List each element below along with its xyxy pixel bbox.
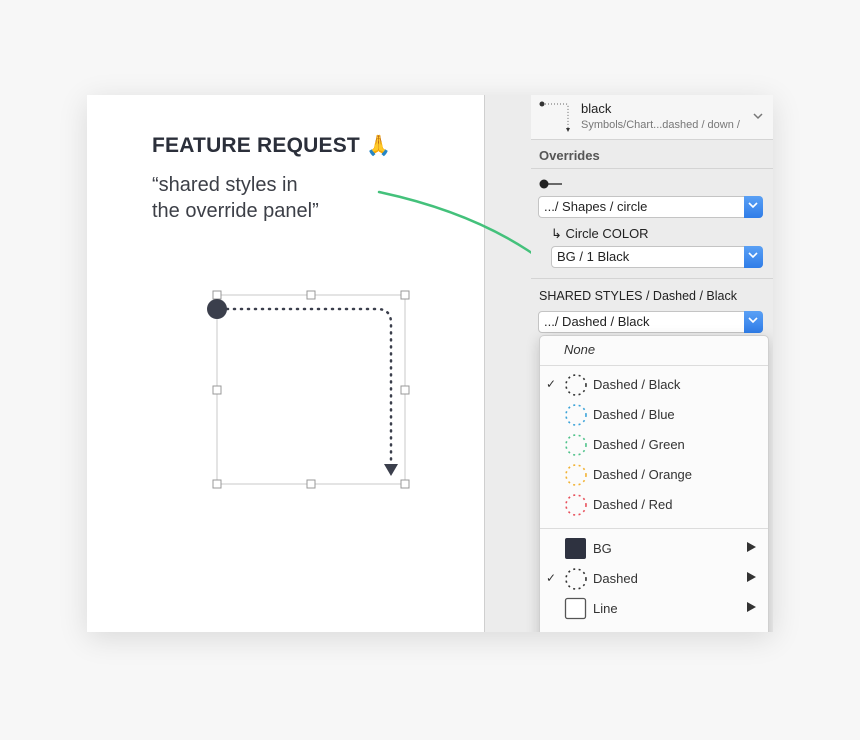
divider — [531, 139, 773, 140]
resize-handle — [306, 479, 316, 489]
dashed-style-select[interactable]: .../ Dashed / Black — [538, 311, 763, 333]
resize-handle — [400, 479, 410, 489]
divider — [531, 278, 773, 279]
resize-handle — [212, 290, 222, 300]
shapes-select-value: .../ Shapes / circle — [544, 199, 648, 214]
resize-handle — [306, 290, 316, 300]
submenu-arrow-icon — [747, 572, 756, 582]
menu-item-label: BG — [593, 541, 612, 556]
menu-item-label: Dashed / Blue — [593, 407, 675, 422]
dashed-style-select-value: .../ Dashed / Black — [544, 314, 650, 329]
resize-handle — [212, 479, 222, 489]
menu-item-label: Line — [593, 601, 618, 616]
chevron-down-icon[interactable] — [744, 311, 763, 333]
bg-color-select-value: BG / 1 Black — [557, 249, 630, 264]
menu-separator — [540, 528, 768, 529]
overrides-title: Overrides — [539, 148, 600, 163]
submenu-arrow-icon — [747, 542, 756, 552]
menu-item-label: Dashed / Orange — [593, 467, 693, 482]
inspector-panel: black Symbols/Chart...dashed / down / Ov… — [531, 95, 773, 632]
menu-item-none[interactable]: None — [540, 336, 768, 364]
dashed-circle-icon — [565, 464, 587, 486]
resize-handle — [212, 385, 222, 395]
check-icon: ✓ — [546, 571, 557, 585]
menu-separator — [540, 365, 768, 366]
dashed-circle-icon — [565, 374, 587, 396]
symbol-path: Symbols/Chart...dashed / down / — [581, 119, 740, 131]
bg-color-select[interactable]: BG / 1 Black — [551, 246, 763, 268]
menu-item-label: None — [564, 342, 596, 357]
menu-item-label: Dashed / Green — [593, 437, 685, 452]
outline-square-icon — [564, 597, 587, 620]
dashed-circle-icon — [565, 568, 587, 590]
menu-group-line[interactable]: Line — [540, 595, 768, 623]
arrow-head-shape — [384, 464, 398, 476]
menu-item-dashed-black[interactable]: ✓ Dashed / Black — [540, 371, 768, 399]
menu-item-dashed-orange[interactable]: Dashed / Orange — [540, 461, 768, 489]
style-dropdown-menu: None ✓ Dashed / Black Dashed / Blue Dash… — [539, 335, 769, 632]
circle-color-label: ↳ Circle COLOR — [551, 226, 649, 241]
chevron-down-icon[interactable] — [744, 246, 763, 268]
menu-group-bg[interactable]: BG — [540, 535, 768, 563]
menu-group-dashed[interactable]: ✓ Dashed — [540, 565, 768, 593]
menu-item-label: Dashed — [593, 571, 638, 586]
submenu-arrow-icon — [747, 602, 756, 612]
divider — [531, 168, 773, 169]
dashed-circle-icon — [565, 404, 587, 426]
chevron-down-icon[interactable] — [744, 196, 763, 218]
dashed-circle-icon — [565, 494, 587, 516]
menu-item-dashed-blue[interactable]: Dashed / Blue — [540, 401, 768, 429]
symbol-selector[interactable]: black Symbols/Chart...dashed / down / — [531, 95, 773, 139]
check-icon: ✓ — [546, 377, 557, 391]
shared-styles-label: SHARED STYLES / Dashed / Black — [539, 289, 737, 303]
filled-square-icon — [565, 538, 586, 559]
circle-line-icon — [539, 179, 562, 189]
chevron-down-icon[interactable] — [753, 109, 763, 123]
menu-item-label: Dashed / Black — [593, 377, 681, 392]
dashed-circle-icon — [565, 434, 587, 456]
circle-shape — [207, 299, 227, 319]
shapes-select[interactable]: .../ Shapes / circle — [538, 196, 763, 218]
menu-item-dashed-green[interactable]: Dashed / Green — [540, 431, 768, 459]
menu-item-dashed-red[interactable]: Dashed / Red — [540, 491, 768, 519]
symbol-name: black — [581, 101, 612, 116]
app-window: FEATURE REQUEST 🙏 “shared styles in the o… — [87, 95, 773, 632]
menu-item-label: Dashed / Red — [593, 497, 673, 512]
symbol-thumbnail-icon — [539, 101, 570, 132]
